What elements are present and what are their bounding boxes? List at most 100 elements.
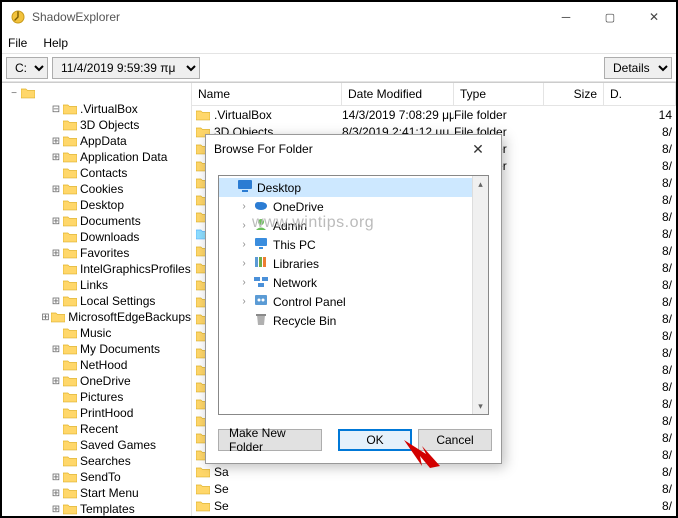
tree-label: .VirtualBox [80, 102, 138, 116]
folder-tree[interactable]: −⊟.VirtualBox3D Objects⊞AppData⊞Applicat… [2, 83, 192, 516]
tree-expander-icon[interactable]: ⊟ [50, 104, 62, 115]
dialog-tree-item[interactable]: ›Libraries [219, 254, 488, 273]
close-button[interactable]: ✕ [632, 2, 676, 32]
tree-expander-icon[interactable]: ⊞ [50, 152, 62, 163]
tree-item[interactable]: NetHood [2, 357, 191, 373]
titlebar: ShadowExplorer ─ ▢ ✕ [2, 2, 676, 32]
tree-item[interactable]: ⊞Start Menu [2, 485, 191, 501]
drive-select[interactable]: C: [6, 57, 48, 79]
scroll-down-icon[interactable]: ▾ [473, 398, 488, 414]
scroll-up-icon[interactable]: ▴ [473, 176, 488, 192]
chevron-right-icon[interactable]: › [239, 220, 249, 231]
folder-icon [63, 167, 77, 179]
folder-icon [63, 215, 77, 227]
tree-item[interactable]: ⊞MicrosoftEdgeBackups [2, 309, 191, 325]
lib-icon [253, 255, 269, 272]
menu-help[interactable]: Help [43, 36, 68, 50]
file-name: .VirtualBox [214, 108, 272, 122]
tree-item[interactable]: ⊞SendTo [2, 469, 191, 485]
tree-item[interactable]: Music [2, 325, 191, 341]
tree-item[interactable]: 3D Objects [2, 117, 191, 133]
col-d[interactable]: D. [604, 83, 676, 105]
dialog-close-button[interactable]: ✕ [463, 141, 493, 158]
col-name[interactable]: Name [192, 83, 342, 105]
tree-item[interactable]: ⊞Documents [2, 213, 191, 229]
menu-file[interactable]: File [8, 36, 27, 50]
tree-item[interactable]: Recent [2, 421, 191, 437]
tree-expander-icon[interactable]: ⊞ [50, 488, 62, 499]
chevron-right-icon[interactable]: › [239, 258, 249, 269]
cancel-button[interactable]: Cancel [418, 429, 492, 451]
tree-item[interactable]: Contacts [2, 165, 191, 181]
tree-item[interactable]: Desktop [2, 197, 191, 213]
chevron-right-icon[interactable]: › [239, 296, 249, 307]
list-row[interactable]: .VirtualBox14/3/2019 7:08:29 μμFile fold… [192, 106, 676, 123]
snapshot-date-select[interactable]: 11/4/2019 9:59:39 πμ [52, 57, 200, 79]
tree-expander-icon[interactable]: ⊞ [50, 184, 62, 195]
col-type[interactable]: Type [454, 83, 544, 105]
list-row[interactable]: Sta8/ [192, 514, 676, 516]
list-row[interactable]: Sa8/ [192, 463, 676, 480]
dialog-tree-item[interactable]: Desktop [219, 178, 488, 197]
dialog-tree-item[interactable]: ›OneDrive [219, 197, 488, 216]
tree-expander-icon[interactable]: ⊞ [50, 504, 62, 515]
maximize-button[interactable]: ▢ [588, 2, 632, 32]
col-size[interactable]: Size [544, 83, 604, 105]
make-new-folder-button[interactable]: Make New Folder [218, 429, 322, 451]
tree-expander-icon[interactable]: ⊞ [50, 344, 62, 355]
tree-item[interactable]: PrintHood [2, 405, 191, 421]
dialog-tree-item[interactable]: ›This PC [219, 235, 488, 254]
tree-expander-icon[interactable]: ⊞ [50, 296, 62, 307]
tree-item[interactable]: ⊞ Application Data [2, 149, 191, 165]
tree-expander-icon[interactable]: ⊞ [41, 312, 51, 323]
file-name: Se [214, 499, 229, 513]
net-icon [253, 274, 269, 291]
tree-item[interactable]: ⊞OneDrive [2, 373, 191, 389]
dialog-scrollbar[interactable]: ▴ ▾ [472, 176, 488, 414]
chevron-right-icon[interactable]: › [239, 277, 249, 288]
col-date[interactable]: Date Modified [342, 83, 454, 105]
tree-item[interactable]: ⊞Local Settings [2, 293, 191, 309]
tree-expander-icon[interactable]: ⊞ [50, 136, 62, 147]
tree-expander-icon[interactable]: ⊞ [50, 248, 62, 259]
minimize-button[interactable]: ─ [544, 2, 588, 32]
dialog-tree-item[interactable]: Recycle Bin [219, 311, 488, 330]
tree-item[interactable]: IntelGraphicsProfiles [2, 261, 191, 277]
tree-item[interactable]: Downloads [2, 229, 191, 245]
dialog-tree-item[interactable]: ›Network [219, 273, 488, 292]
dialog-tree-item[interactable]: ›Control Panel [219, 292, 488, 311]
tree-item[interactable]: ⊞Cookies [2, 181, 191, 197]
app-icon [10, 9, 26, 25]
list-row[interactable]: Se8/ [192, 480, 676, 497]
file-name: Sta [214, 516, 232, 517]
ok-button[interactable]: OK [338, 429, 412, 451]
tree-item[interactable]: Searches [2, 453, 191, 469]
tree-expander-icon[interactable]: ⊞ [50, 472, 62, 483]
tree-item[interactable]: Pictures [2, 389, 191, 405]
dialog-folder-tree[interactable]: Desktop›OneDrive›Admin›This PC›Libraries… [218, 175, 489, 415]
list-row[interactable]: Se8/ [192, 497, 676, 514]
toolbar: C: 11/4/2019 9:59:39 πμ Details [2, 54, 676, 82]
tree-label: Application Data [80, 150, 167, 164]
tree-item[interactable]: ⊟ .VirtualBox [2, 101, 191, 117]
tree-label: Favorites [80, 246, 129, 260]
tree-item[interactable]: ⊞ Favorites [2, 245, 191, 261]
folder-icon [196, 483, 210, 495]
folder-icon [63, 407, 77, 419]
tree-item[interactable]: Saved Games [2, 437, 191, 453]
file-d: 8/ [604, 482, 676, 496]
file-d: 8/ [604, 210, 676, 224]
chevron-right-icon[interactable]: › [239, 201, 249, 212]
tree-item[interactable]: ⊞AppData [2, 133, 191, 149]
chevron-right-icon[interactable]: › [239, 239, 249, 250]
dialog-tree-item[interactable]: ›Admin [219, 216, 488, 235]
folder-icon [63, 135, 77, 147]
folder-icon [63, 455, 77, 467]
folder-icon [63, 231, 77, 243]
tree-item[interactable]: ⊞My Documents [2, 341, 191, 357]
tree-expander-icon[interactable]: ⊞ [50, 216, 62, 227]
tree-item[interactable]: Links [2, 277, 191, 293]
tree-item[interactable]: ⊞Templates [2, 501, 191, 516]
view-select[interactable]: Details [604, 57, 672, 79]
tree-expander-icon[interactable]: ⊞ [50, 376, 62, 387]
